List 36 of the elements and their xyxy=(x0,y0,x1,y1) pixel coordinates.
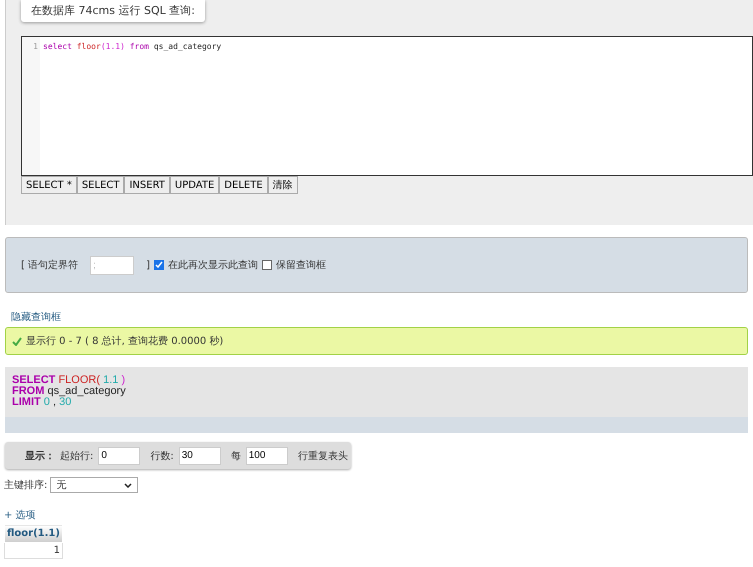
hide-query-link[interactable]: 隐藏查询框 xyxy=(11,310,61,324)
bracket-label: ] xyxy=(146,260,150,270)
success-message: 显示行 0 - 7 ( 8 总计, 查询花费 0.0000 秒) xyxy=(26,334,224,348)
field-label: 起始行: xyxy=(60,450,94,462)
sql-line: FROM qs_ad_category xyxy=(12,386,127,397)
query-button[interactable]: DELETE xyxy=(219,176,268,194)
checkbox[interactable] xyxy=(262,260,272,270)
field-label: 每 xyxy=(230,450,241,462)
show-label: 显示： xyxy=(25,450,55,462)
query-button[interactable]: UPDATE xyxy=(170,176,220,194)
sql-line: LIMIT 0 , 30 xyxy=(12,397,72,408)
checkbox-label: 在此再次显示此查询 xyxy=(168,258,258,272)
query-button[interactable]: 清除 xyxy=(268,176,298,194)
code-line: select floor(1.1) from qs_ad_category xyxy=(43,42,222,51)
query-button[interactable]: SELECT * xyxy=(21,176,77,194)
sql-editor[interactable]: 1 select floor(1.1) from qs_ad_category xyxy=(21,36,753,176)
query-button[interactable]: INSERT xyxy=(124,176,170,194)
checkbox[interactable] xyxy=(154,260,164,270)
panel-title: 在数据库 74cms 运行 SQL 查询: xyxy=(21,0,205,22)
options-link[interactable]: + 选项 xyxy=(4,508,36,522)
query-button[interactable]: SELECT xyxy=(76,176,124,194)
sort-label: 主键排序: xyxy=(4,478,48,492)
table-cell: 1 xyxy=(4,542,62,558)
checkbox-label: 保留查询框 xyxy=(276,258,326,272)
number-field[interactable]: 0 xyxy=(98,446,140,464)
number-field[interactable]: 30 xyxy=(178,446,221,464)
sort-dropdown[interactable]: 无 xyxy=(50,477,138,493)
sql-line: SELECT FLOOR( 1.1 ) xyxy=(12,375,126,386)
number-field[interactable]: 100 xyxy=(246,446,288,464)
field-label: 行数: xyxy=(150,450,174,462)
field-label: 行重复表头 xyxy=(298,450,348,462)
line-number: 1 xyxy=(32,42,38,51)
column-header[interactable]: floor(1.1) xyxy=(4,524,62,542)
chevron-icon xyxy=(124,482,132,488)
delimiter-label: [ 语句定界符 xyxy=(21,258,78,272)
checkmark-icon xyxy=(12,336,22,346)
